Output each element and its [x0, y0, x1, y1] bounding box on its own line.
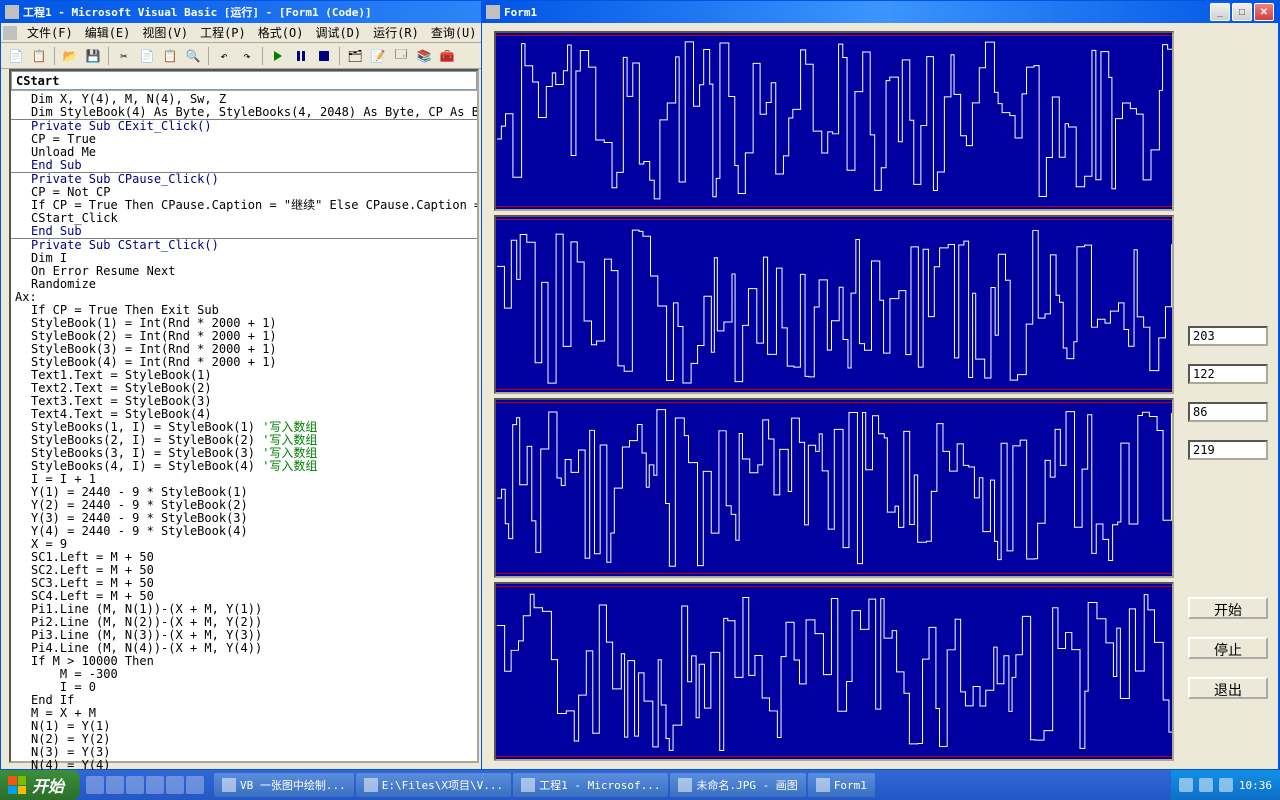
text4-field[interactable]: 219: [1188, 440, 1268, 460]
exit-button[interactable]: 退出: [1188, 677, 1268, 699]
mdi-icon: [3, 26, 17, 40]
tb-save-icon[interactable]: 💾: [82, 45, 104, 67]
chart-panel-1: [494, 31, 1174, 211]
ql-icon[interactable]: [126, 776, 144, 794]
tb-stop-icon[interactable]: [313, 45, 335, 67]
chart-panel-2: [494, 215, 1174, 395]
tray-icon[interactable]: [1179, 778, 1193, 792]
tray-icon[interactable]: [1219, 778, 1233, 792]
tb-undo-icon[interactable]: ↶: [213, 45, 235, 67]
ql-icon[interactable]: [146, 776, 164, 794]
tb-add-form-icon[interactable]: 📋: [28, 45, 50, 67]
menu-format[interactable]: 格式(O): [252, 22, 310, 43]
tb-copy-icon[interactable]: 📄: [136, 45, 158, 67]
vb-title: 工程1 - Microsoft Visual Basic [运行] - [For…: [23, 4, 372, 20]
task-item[interactable]: 未命名.JPG - 画图: [670, 773, 805, 797]
stop-button[interactable]: 停止: [1188, 637, 1268, 659]
form1-title: Form1: [504, 6, 537, 19]
start-button[interactable]: 开始: [1188, 597, 1268, 619]
start-label: 开始: [32, 773, 64, 797]
code-content[interactable]: Dim X, Y(4), M, N(4), Sw, ZDim StyleBook…: [11, 91, 477, 787]
tb-open-icon[interactable]: 📂: [59, 45, 81, 67]
form1-titlebar[interactable]: Form1 _ □ ✕: [482, 1, 1278, 23]
taskbar: 开始 VB 一张图中绘制... E:\Files\X项目\V... 工程1 - …: [0, 770, 1280, 800]
text1-field[interactable]: 203: [1188, 326, 1268, 346]
paint-icon: [678, 778, 692, 792]
task-item[interactable]: E:\Files\X项目\V...: [356, 773, 511, 797]
chart-container: [494, 31, 1174, 761]
ql-icon[interactable]: [106, 776, 124, 794]
tb-toolbox-icon[interactable]: 🧰: [436, 45, 458, 67]
task-item[interactable]: 工程1 - Microsof...: [513, 773, 668, 797]
tb-project-explorer-icon[interactable]: 🗂: [344, 45, 366, 67]
folder-icon: [364, 778, 378, 792]
windows-logo-icon: [8, 776, 26, 794]
ql-icon[interactable]: [86, 776, 104, 794]
tray-icon[interactable]: [1199, 778, 1213, 792]
tb-properties-icon[interactable]: 📝: [367, 45, 389, 67]
tb-paste-icon[interactable]: 📋: [159, 45, 181, 67]
code-editor[interactable]: CStart Dim X, Y(4), M, N(4), Sw, ZDim St…: [9, 69, 479, 763]
form1-window: Form1 _ □ ✕ 203 122 86 219 开始 停止 退出: [481, 0, 1279, 770]
tb-object-browser-icon[interactable]: 📚: [413, 45, 435, 67]
ie-icon: [222, 778, 236, 792]
ql-icon[interactable]: [166, 776, 184, 794]
menu-debug[interactable]: 调试(D): [309, 22, 367, 43]
task-item[interactable]: Form1: [808, 773, 875, 797]
menu-project[interactable]: 工程(P): [194, 22, 252, 43]
chart-panel-3: [494, 398, 1174, 578]
form1-app-icon: [486, 5, 500, 19]
close-button[interactable]: ✕: [1254, 3, 1274, 21]
form-icon: [816, 778, 830, 792]
tb-pause-icon[interactable]: [290, 45, 312, 67]
start-menu-button[interactable]: 开始: [0, 770, 80, 800]
button-panel: 开始 停止 退出: [1188, 597, 1268, 699]
tb-find-icon[interactable]: 🔍: [182, 45, 204, 67]
maximize-button[interactable]: □: [1232, 3, 1252, 21]
ql-icon[interactable]: [186, 776, 204, 794]
quick-launch: [80, 776, 210, 794]
object-combo[interactable]: CStart: [11, 71, 477, 90]
clock[interactable]: 10:36: [1239, 779, 1272, 792]
minimize-button[interactable]: _: [1210, 3, 1230, 21]
menu-file[interactable]: 文件(F): [21, 22, 79, 43]
vb-icon: [521, 778, 535, 792]
chart-panel-4: [494, 582, 1174, 762]
text2-field[interactable]: 122: [1188, 364, 1268, 384]
menu-edit[interactable]: 编辑(E): [79, 22, 137, 43]
task-items: VB 一张图中绘制... E:\Files\X项目\V... 工程1 - Mic…: [210, 773, 1171, 797]
task-item[interactable]: VB 一张图中绘制...: [214, 773, 354, 797]
menu-query[interactable]: 查询(U): [425, 22, 483, 43]
menu-view[interactable]: 视图(V): [136, 22, 194, 43]
text-boxes: 203 122 86 219: [1188, 326, 1268, 460]
tb-run-icon[interactable]: [267, 45, 289, 67]
system-tray[interactable]: 10:36: [1171, 770, 1280, 800]
menu-run[interactable]: 运行(R): [367, 22, 425, 43]
text3-field[interactable]: 86: [1188, 402, 1268, 422]
tb-form-layout-icon[interactable]: 🗔: [390, 45, 412, 67]
tb-add-project-icon[interactable]: 📄: [5, 45, 27, 67]
vb-app-icon: [5, 5, 19, 19]
tb-redo-icon[interactable]: ↷: [236, 45, 258, 67]
tb-cut-icon[interactable]: ✂: [113, 45, 135, 67]
